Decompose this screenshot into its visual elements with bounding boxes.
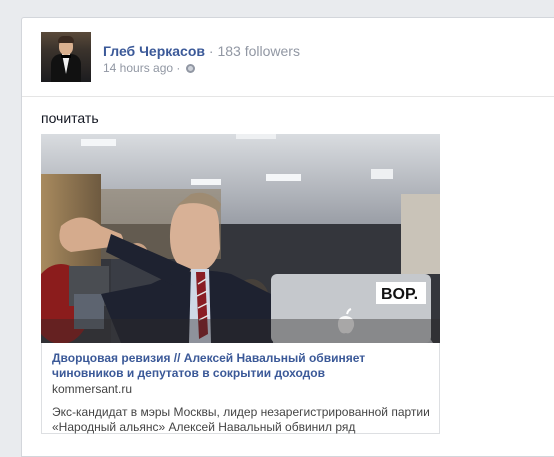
shared-link-caption: Дворцовая ревизия // Алексей Навальный о… bbox=[52, 351, 432, 435]
author-name[interactable]: Глеб Черкасов bbox=[103, 43, 205, 59]
shared-link-domain: kommersant.ru bbox=[52, 382, 133, 396]
post-text: почитать bbox=[41, 110, 99, 126]
post-timestamp[interactable]: 14 hours ago bbox=[103, 61, 173, 75]
followers-count[interactable]: 183 followers bbox=[217, 43, 300, 59]
author-line: Глеб Черкасов · 183 followers bbox=[103, 43, 300, 59]
author-avatar[interactable] bbox=[41, 32, 91, 82]
post-card: Глеб Черкасов · 183 followers 14 hours a… bbox=[21, 17, 554, 457]
meta-separator: · bbox=[176, 61, 181, 75]
shared-link-image[interactable]: BOP. bbox=[41, 134, 440, 343]
header-divider bbox=[22, 96, 554, 97]
sticker-text: BOP. bbox=[381, 286, 418, 303]
shared-link-title[interactable]: Дворцовая ревизия // Алексей Навальный о… bbox=[52, 351, 432, 381]
post-header: Глеб Черкасов · 183 followers 14 hours a… bbox=[41, 32, 554, 86]
avatar-bowtie bbox=[61, 55, 71, 58]
avatar-hair bbox=[58, 36, 74, 43]
post-meta: 14 hours ago · bbox=[103, 61, 195, 75]
press-conference-photo: BOP. bbox=[41, 134, 440, 343]
name-separator: · bbox=[208, 43, 214, 59]
shared-link-description: Экс-кандидат в мэры Москвы, лидер незаре… bbox=[52, 405, 430, 434]
shared-link-card[interactable]: BOP. Дворцовая ревизия // Алексей Наваль… bbox=[41, 134, 440, 434]
globe-icon[interactable] bbox=[185, 64, 195, 73]
